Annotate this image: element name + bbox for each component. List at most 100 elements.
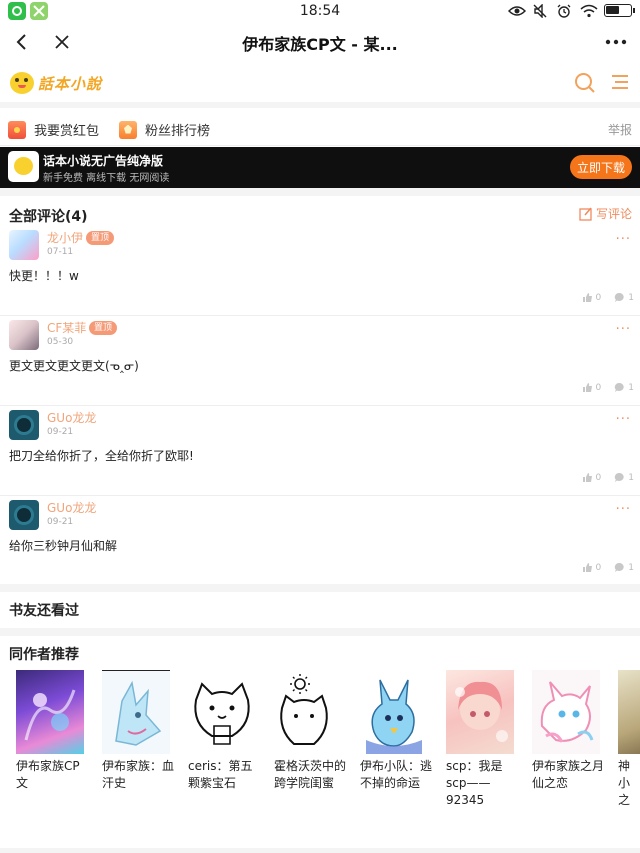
report-link[interactable]: 举报 <box>608 121 632 138</box>
comment-text: 更文更文更文更文(ᓀ‸ᓂ) <box>9 359 139 373</box>
comment-text: 把刀全给你折了，全给你折了欧耶! <box>9 449 194 463</box>
like-button[interactable]: 0 <box>582 472 602 483</box>
comment-username[interactable]: GUo龙龙 <box>47 499 96 516</box>
comment-item: 龙小伊 置顶 07-11 ··· 快更！！！w 0 1 <box>0 226 640 316</box>
book-title: 神小之 <box>618 759 631 807</box>
like-button[interactable]: 0 <box>582 562 601 573</box>
book-card[interactable]: 伊布小队：逃不掉的命运 <box>360 670 434 792</box>
chat-bubble-icon <box>615 562 624 572</box>
book-carousel: 伊布家族CP文 伊布家族：血汗史 ceris：第五颗紫宝石 霍格沃茨中的跨学院闺… <box>0 670 640 830</box>
reply-button[interactable]: 1 <box>614 562 634 573</box>
avatar[interactable] <box>9 500 39 530</box>
reply-count: 1 <box>628 292 634 303</box>
edit-icon <box>579 207 592 221</box>
book-title: 伊布家族之月仙之恋 <box>532 759 605 790</box>
thumb-up-icon <box>582 293 592 302</box>
comment-date: 05-30 <box>47 337 74 347</box>
comment-username[interactable]: CF某菲 <box>47 319 86 336</box>
comment-username[interactable]: GUo龙龙 <box>47 409 96 426</box>
reply-button[interactable]: 1 <box>614 472 634 483</box>
avatar[interactable] <box>9 320 39 350</box>
like-count: 0 <box>595 472 602 483</box>
close-icon <box>55 35 69 49</box>
chat-bubble-icon <box>615 472 624 482</box>
comment-text: 给你三秒钟月仙和解 <box>9 539 118 553</box>
comment-date: 07-11 <box>47 247 74 257</box>
comment-username[interactable]: 龙小伊 <box>47 229 83 246</box>
book-card[interactable]: scp：我是scp——92345 <box>446 670 520 809</box>
chat-bubble-icon <box>615 382 624 392</box>
comment-more-button[interactable]: ··· <box>616 322 631 337</box>
write-comment-button[interactable]: 写评论 <box>579 205 632 222</box>
book-cover <box>618 670 640 754</box>
book-title: 伊布家族：血汗史 <box>102 759 175 790</box>
reply-count: 1 <box>628 472 634 483</box>
like-count: 0 <box>595 382 602 393</box>
close-button[interactable] <box>44 24 80 60</box>
menu-icon[interactable] <box>610 72 630 92</box>
more-dots-icon <box>605 39 627 45</box>
like-count: 0 <box>595 292 602 303</box>
reward-button[interactable]: 我要赏红包 <box>8 120 99 139</box>
thumb-up-icon <box>582 473 592 482</box>
comment-more-button[interactable]: ··· <box>616 412 631 427</box>
mute-icon <box>532 3 548 19</box>
book-cover <box>274 670 342 754</box>
divider <box>0 628 640 636</box>
chat-bubble-icon <box>615 292 624 302</box>
like-button[interactable]: 0 <box>582 382 602 393</box>
book-title: 伊布小队：逃不掉的命运 <box>360 759 433 790</box>
chevron-left-icon <box>16 34 26 50</box>
like-button[interactable]: 0 <box>582 292 602 303</box>
battery-icon <box>604 3 635 17</box>
comments-title: 全部评论(4) <box>9 209 88 225</box>
search-icon[interactable] <box>574 72 596 94</box>
pinned-badge: 置顶 <box>86 231 115 245</box>
book-card[interactable]: 伊布家族之月仙之恋 <box>532 670 606 792</box>
also-read-title: 书友还看过 <box>9 603 79 619</box>
book-title: ceris：第五颗紫宝石 <box>188 759 253 790</box>
book-card[interactable]: ceris：第五颗紫宝石 <box>188 670 262 792</box>
page-title: 伊布家族CP文 - 某... <box>242 35 398 54</box>
book-cover <box>360 670 428 754</box>
comment-item: GUo龙龙 09-21 ··· 把刀全给你折了，全给你折了欧耶! 0 1 <box>0 406 640 496</box>
eye-icon <box>507 3 527 17</box>
book-card[interactable]: 神小之 <box>618 670 640 809</box>
write-comment-label: 写评论 <box>595 207 632 221</box>
ad-banner[interactable]: 话本小说无广告纯净版 新手免费 离线下载 无网阅读 立即下载 <box>0 147 640 188</box>
reply-button[interactable]: 1 <box>614 292 634 303</box>
reply-count: 1 <box>628 562 634 573</box>
book-card[interactable]: 伊布家族CP文 <box>16 670 90 792</box>
nav-bar: 伊布家族CP文 - 某... <box>0 24 640 60</box>
back-button[interactable] <box>4 24 40 60</box>
book-cover <box>102 670 170 754</box>
avatar[interactable] <box>9 230 39 260</box>
site-logo[interactable]: 話本小說 <box>10 70 102 96</box>
comment-more-button[interactable]: ··· <box>616 502 631 517</box>
action-row: 我要赏红包 粉丝排行榜 举报 <box>0 114 640 146</box>
logo-text: 話本小說 <box>38 74 103 93</box>
app-icon <box>8 151 39 182</box>
more-menu-button[interactable] <box>598 24 634 60</box>
book-cover <box>188 670 256 754</box>
book-card[interactable]: 霍格沃茨中的跨学院闺蜜 <box>274 670 348 792</box>
alarm-icon <box>556 3 572 18</box>
book-cover <box>532 670 600 754</box>
divider <box>0 584 640 592</box>
book-cover <box>446 670 514 754</box>
reply-button[interactable]: 1 <box>614 382 634 393</box>
book-card[interactable]: 伊布家族：血汗史 <box>102 670 176 792</box>
book-cover <box>16 670 84 754</box>
book-title: 伊布家族CP文 <box>16 759 80 790</box>
download-button[interactable]: 立即下载 <box>570 155 632 179</box>
fans-rank-button[interactable]: 粉丝排行榜 <box>119 120 210 139</box>
red-packet-icon <box>8 120 26 139</box>
book-title: 霍格沃茨中的跨学院闺蜜 <box>274 759 347 790</box>
divider <box>0 188 640 196</box>
thumb-up-icon <box>582 563 592 572</box>
trophy-icon <box>119 120 137 139</box>
avatar[interactable] <box>9 410 39 440</box>
status-bar: 18:54 <box>0 0 640 24</box>
comment-more-button[interactable]: ··· <box>616 232 631 247</box>
bottom-divider <box>0 848 640 853</box>
